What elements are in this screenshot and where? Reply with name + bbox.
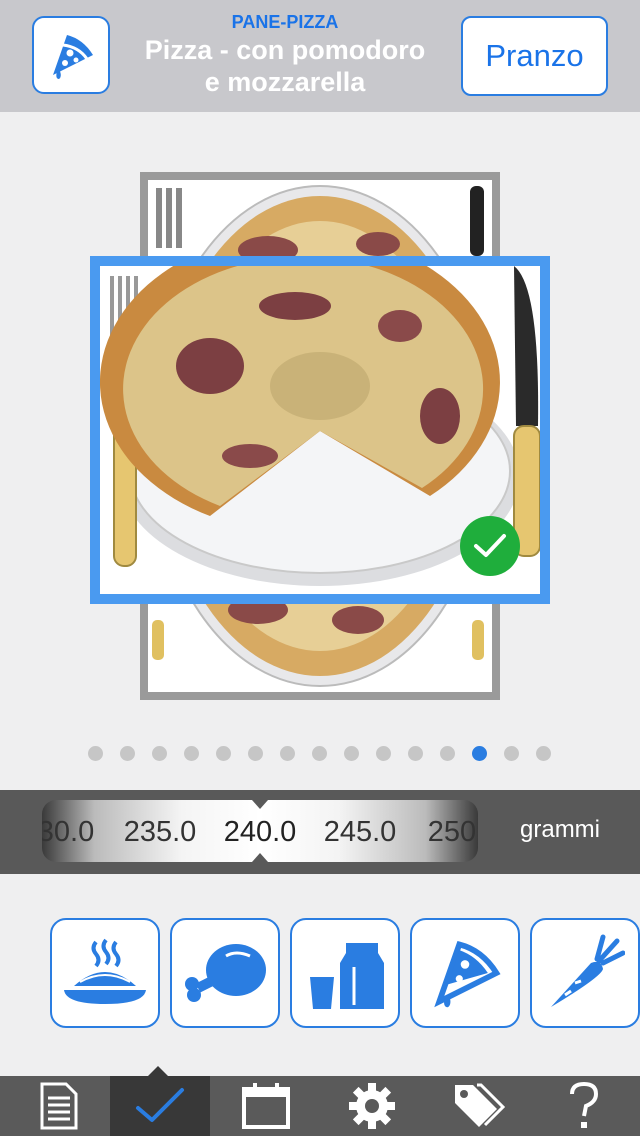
tab-help[interactable] bbox=[534, 1076, 634, 1136]
pager-dot[interactable] bbox=[120, 746, 135, 761]
weight-value: 250 bbox=[427, 816, 477, 848]
category-pasta[interactable] bbox=[50, 918, 160, 1028]
pager-dot[interactable] bbox=[504, 746, 519, 761]
weight-value: 30.0 bbox=[42, 816, 95, 848]
weight-picker-bar: 30.0 235.0 240.0 245.0 250 grammi bbox=[0, 790, 640, 874]
meal-button[interactable]: Pranzo bbox=[461, 16, 608, 96]
weight-value-selected: 240.0 bbox=[223, 816, 297, 848]
milk-carton-icon bbox=[310, 943, 384, 1009]
tab-diary[interactable] bbox=[8, 1076, 108, 1136]
calendar-icon bbox=[242, 1083, 290, 1129]
chicken-leg-icon bbox=[185, 944, 266, 1002]
question-icon bbox=[570, 1081, 599, 1128]
pager-dot[interactable] bbox=[280, 746, 295, 761]
weight-value: 235.0 bbox=[123, 816, 197, 848]
pager-dot-active[interactable] bbox=[472, 746, 487, 761]
pager-dot[interactable] bbox=[440, 746, 455, 761]
pasta-bowl-icon bbox=[64, 938, 146, 1004]
pizza-slice-icon bbox=[434, 941, 501, 1008]
weight-value: 245.0 bbox=[323, 816, 397, 848]
selected-check-badge bbox=[460, 516, 520, 576]
carrot-icon bbox=[551, 934, 625, 1007]
category-bread-pizza[interactable] bbox=[410, 918, 520, 1028]
category-button[interactable] bbox=[32, 16, 110, 94]
pizza-slice-icon bbox=[53, 35, 93, 79]
wheel-indicator-bottom bbox=[252, 853, 268, 862]
weight-wheel[interactable]: 30.0 235.0 240.0 245.0 250 bbox=[42, 800, 478, 862]
pager-dot[interactable] bbox=[536, 746, 551, 761]
top-header: PANE-PIZZA Pizza - con pomodoro e mozzar… bbox=[0, 0, 640, 112]
category-drinks[interactable] bbox=[290, 918, 400, 1028]
pager-dot[interactable] bbox=[152, 746, 167, 761]
tab-calendar[interactable] bbox=[216, 1076, 316, 1136]
category-label: PANE-PIZZA bbox=[231, 12, 339, 32]
document-icon bbox=[40, 1082, 78, 1130]
gear-icon bbox=[349, 1083, 395, 1129]
check-icon bbox=[474, 534, 506, 557]
tab-tags[interactable] bbox=[428, 1076, 528, 1136]
pager-dot[interactable] bbox=[408, 746, 423, 761]
tags-icon bbox=[455, 1083, 505, 1127]
category-row bbox=[0, 918, 640, 1030]
check-icon bbox=[136, 1088, 184, 1122]
wheel-indicator-top bbox=[252, 800, 268, 809]
food-title-line1: Pizza - con pomodoro bbox=[144, 35, 426, 65]
pager-dot[interactable] bbox=[216, 746, 231, 761]
category-meat[interactable] bbox=[170, 918, 280, 1028]
food-title-line2: e mozzarella bbox=[204, 67, 366, 97]
pager-dot[interactable] bbox=[88, 746, 103, 761]
photo-pager[interactable] bbox=[88, 746, 551, 762]
pager-dot[interactable] bbox=[248, 746, 263, 761]
pager-dot[interactable] bbox=[344, 746, 359, 761]
pager-dot[interactable] bbox=[312, 746, 327, 761]
pager-dot[interactable] bbox=[376, 746, 391, 761]
tab-check[interactable] bbox=[110, 1076, 210, 1136]
pager-dot[interactable] bbox=[184, 746, 199, 761]
bottom-tab-bar bbox=[0, 1076, 640, 1136]
weight-unit: grammi bbox=[520, 816, 601, 843]
tab-settings[interactable] bbox=[322, 1076, 422, 1136]
title-block: PANE-PIZZA Pizza - con pomodoro e mozzar… bbox=[120, 10, 450, 98]
active-tab-caret bbox=[148, 1066, 168, 1076]
category-vegetables[interactable] bbox=[530, 918, 640, 1028]
